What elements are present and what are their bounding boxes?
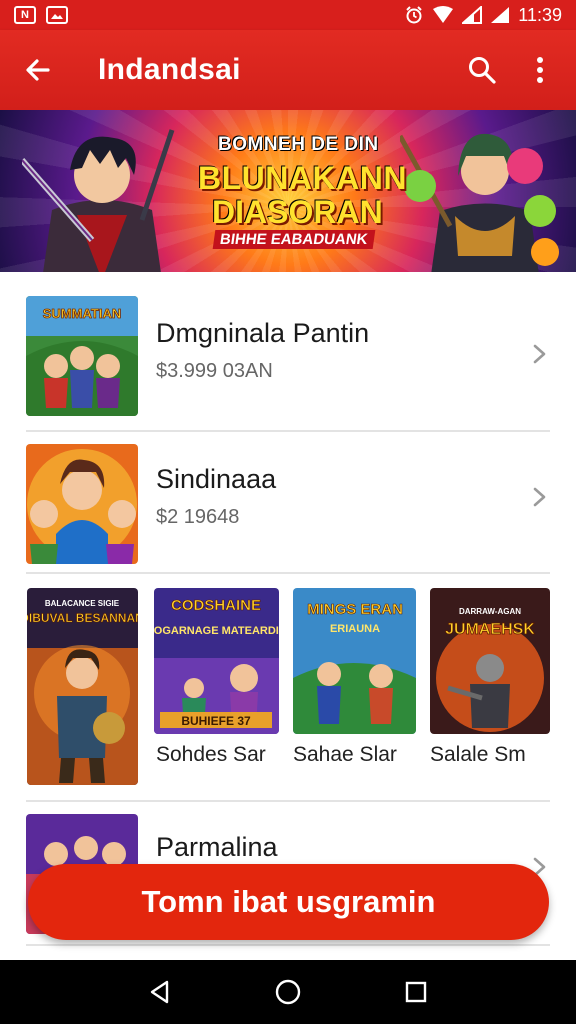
game-card-2[interactable]: CODSHAINE NOGARNAGE MATEARDIS BUHIEFE 37 [154,588,279,734]
search-icon [469,57,496,84]
card-1-art-title: DIBUVAL BESANNAN [27,611,138,625]
chevron-right-icon [533,487,546,507]
banner-hero-left-illustration [22,129,175,272]
image-notification-icon [46,6,68,24]
list-item-title: Sindinaaa [156,464,277,494]
card-1-art-top: BALACANCE SIGIE [45,599,120,608]
banner-headline-2: DIASORAN [212,194,383,230]
game-thumbnail [26,444,138,564]
game-card-3[interactable]: MINGS ERAN ERIAUNA [293,588,416,734]
list-item-price: $2 19648 [156,506,240,528]
notification-n-icon: N [14,6,36,24]
more-vertical-icon [537,57,543,83]
banner-small-text: BOMNEH DE DIN [218,134,379,155]
alarm-icon [406,6,422,24]
primary-cta-button[interactable]: Tomn ibat usgramin [28,864,549,940]
banner-hero-right-illustration [400,133,559,272]
list-divider [26,572,550,574]
list-item-price: $3.999 03AN [156,360,273,382]
list-divider [26,800,550,802]
list-divider [26,430,550,432]
signal-icon-2 [491,7,510,23]
search-button[interactable] [462,50,502,90]
game-card-4-label: Salale Sm [430,743,526,766]
list-item-title: Dmgninala Pantin [156,318,370,348]
card-2-art-top: NOGARNAGE MATEARDIS [154,625,279,637]
game-card-4[interactable]: DARRAW-AGAN JUMAEHSK [430,588,550,734]
card-4-art-title: JUMAEHSK [445,621,535,638]
more-options-button[interactable] [520,50,560,90]
chevron-right-icon [533,344,546,364]
card-2-art-bottom: BUHIEFE 37 [181,714,251,728]
game-card-1[interactable]: BALACANCE SIGIE DIBUVAL BESANNAN [27,588,138,785]
back-button[interactable] [0,30,76,110]
promo-banner[interactable]: BOMNEH DE DIN BLUNAKANN DIASORAN BIHHE E… [0,110,576,272]
wifi-icon [433,6,454,23]
signal-icon [462,6,483,24]
card-4-art-top: DARRAW-AGAN [459,607,521,616]
page-title: Indandsai [98,53,241,86]
nav-home-button[interactable] [268,972,308,1012]
card-3-art-title: MINGS ERAN [307,601,403,618]
list-item-title: Parmalina [156,832,278,862]
back-triangle-icon [150,980,169,1004]
nav-back-button[interactable] [140,972,180,1012]
banner-subline: BIHHE EABADUANK [212,230,375,249]
list-divider [26,944,550,946]
game-card-2-label: Sohdes Sar [156,743,266,766]
list-item[interactable]: SUMMATIAN Dmgninala Pantin $3.999 03AN [0,290,576,434]
card-3-art-top: ERIAUNA [330,623,380,635]
list-item[interactable]: Sindinaaa $2 19648 [0,436,576,580]
recents-square-icon [405,981,427,1003]
arrow-left-icon [26,59,50,81]
home-circle-icon [275,979,301,1005]
banner-headline-1: BLUNAKANN [198,160,407,196]
card-2-art-title: CODSHAINE [171,597,261,614]
game-card-3-label: Sahae Slar [293,743,397,766]
system-nav-bar [0,960,576,1024]
nav-recents-button[interactable] [396,972,436,1012]
game-thumbnail: SUMMATIAN [26,296,138,416]
status-time: 11:39 [518,4,562,25]
thumb-art-text: SUMMATIAN [43,306,121,321]
app-bar: Indandsai [0,30,576,110]
status-bar: N 11:39 [0,0,576,30]
